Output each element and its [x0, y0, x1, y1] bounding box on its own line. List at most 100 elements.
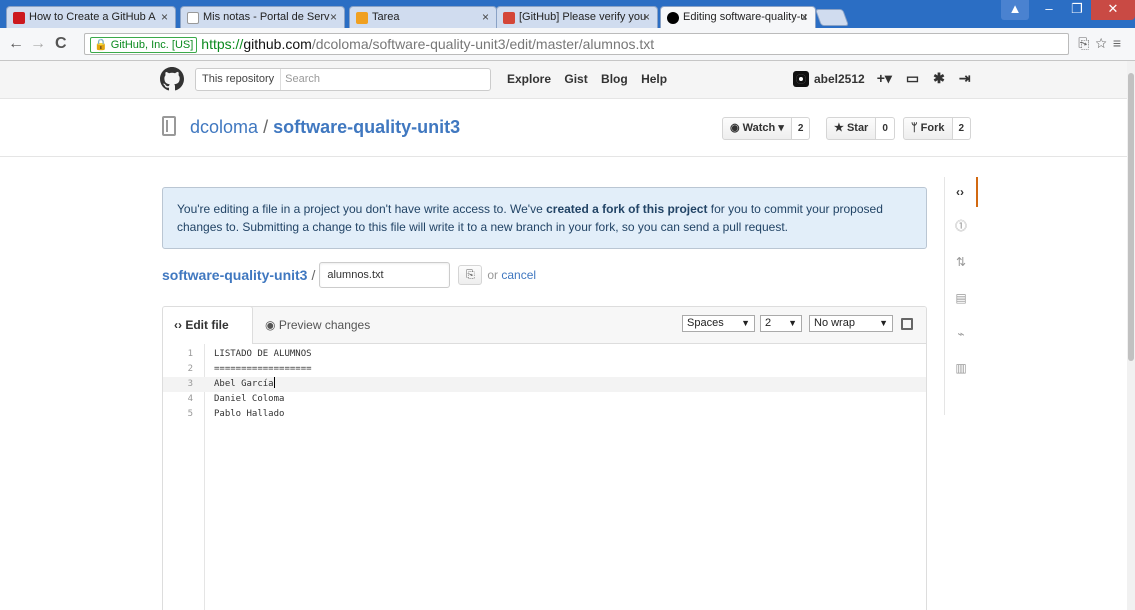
close-icon[interactable]: ×	[161, 7, 168, 28]
graphs-icon[interactable]: ▥	[944, 353, 978, 383]
repo-title: dcoloma / software-quality-unit3	[190, 117, 460, 138]
browser-tab[interactable]: Tarea ×	[349, 6, 497, 28]
browser-tab-title: Editing software-quality-u	[683, 11, 807, 23]
sign-out-icon[interactable]: ⇥	[959, 70, 971, 87]
fork-icon: ᛘ	[911, 122, 918, 134]
browser-tab[interactable]: Mis notas - Portal de Serv ×	[180, 6, 345, 28]
notifications-inbox-icon[interactable]: ▭	[906, 70, 919, 87]
watch-group: ◉ Watch ▾ 2	[722, 117, 811, 140]
nav-explore[interactable]: Explore	[507, 72, 551, 86]
settings-gear-icon[interactable]: ✱	[933, 70, 945, 87]
wrap-mode-select[interactable]: No wrap ▼	[809, 315, 893, 332]
username-link[interactable]: abel2512	[814, 72, 865, 86]
line-number: 2	[187, 364, 193, 374]
nav-blog[interactable]: Blog	[601, 72, 628, 86]
pull-requests-icon[interactable]: ⇅	[944, 247, 978, 277]
star-count[interactable]: 0	[876, 117, 895, 140]
fork-count[interactable]: 2	[952, 117, 972, 140]
code-line[interactable]: 4 Daniel Coloma	[163, 392, 926, 407]
forward-arrow-icon[interactable]: →	[30, 36, 46, 52]
github-logo-icon[interactable]	[160, 67, 184, 91]
window-close-icon[interactable]: ✕	[1091, 0, 1135, 20]
browser-tab-title: How to Create a GitHub A	[29, 11, 156, 23]
indent-size-value: 2	[765, 317, 772, 329]
page-scrollbar[interactable]	[1127, 61, 1135, 610]
indent-size-select[interactable]: 2 ▼	[760, 315, 802, 332]
chevron-down-icon: ▼	[788, 318, 797, 328]
code-line[interactable]: 3 Abel García	[163, 377, 926, 392]
code-area[interactable]: 1 LISTADO DE ALUMNOS 2 ================== 3 A…	[163, 344, 926, 610]
ev-certificate-badge[interactable]: 🔒 GitHub, Inc. [US]	[90, 37, 198, 53]
nav-help[interactable]: Help	[641, 72, 667, 86]
fullscreen-icon[interactable]	[901, 318, 913, 330]
indent-mode-value: Spaces	[687, 317, 724, 329]
star-button[interactable]: ★ Star	[826, 117, 877, 140]
cancel-link[interactable]: cancel	[501, 268, 536, 282]
url-scheme: https://	[201, 36, 244, 52]
close-icon[interactable]: ×	[482, 7, 489, 28]
menu-icon[interactable]: ≡	[1113, 35, 1127, 51]
browser-tab-active[interactable]: Editing software-quality-u ×	[660, 6, 816, 29]
watch-label: Watch	[742, 122, 776, 134]
back-arrow-icon[interactable]: ←	[8, 36, 24, 52]
issues-icon[interactable]: ⓵	[944, 211, 978, 241]
code-line[interactable]: 1 LISTADO DE ALUMNOS	[163, 347, 926, 362]
github-header: This repository Search Explore Gist Blog …	[0, 61, 1127, 99]
eye-icon: ◉	[730, 122, 740, 134]
user-menu: abel2512 +▾ ▭ ✱ ⇥	[793, 70, 971, 87]
code-line[interactable]: 5 Pablo Hallado	[163, 407, 926, 422]
pulse-icon[interactable]: ⌁	[944, 319, 978, 349]
translate-icon[interactable]: ⎘	[1078, 35, 1095, 51]
code-line[interactable]: 2 ==================	[163, 362, 926, 377]
repo-name-link[interactable]: software-quality-unit3	[273, 117, 460, 137]
tarea-icon	[356, 12, 368, 24]
address-bar[interactable]: 🔒 GitHub, Inc. [US] https://github.com/d…	[84, 33, 1069, 55]
scrollbar-thumb[interactable]	[1128, 73, 1134, 361]
browser-tab-title: Mis notas - Portal de Serv	[203, 11, 330, 23]
bookmark-star-icon[interactable]: ☆	[1095, 35, 1112, 51]
filename-input[interactable]: alumnos.txt	[319, 262, 451, 288]
fork-button[interactable]: ᛘ Fork	[903, 117, 953, 140]
tab-edit-file[interactable]: ‹› Edit file	[163, 307, 253, 344]
maximize-icon[interactable]: ❐	[1063, 0, 1091, 20]
github-page: This repository Search Explore Gist Blog …	[0, 61, 1127, 610]
ev-label: GitHub, Inc. [US]	[110, 39, 194, 51]
reload-icon[interactable]: C	[55, 36, 67, 52]
clipboard-copy-icon[interactable]: ⎘	[458, 265, 483, 285]
line-number: 4	[187, 394, 193, 404]
browser-tab[interactable]: How to Create a GitHub A ×	[6, 6, 176, 28]
search-input[interactable]: This repository Search	[195, 68, 491, 91]
url-path: /dcoloma/software-quality-unit3/edit/mas…	[311, 36, 655, 52]
indent-mode-select[interactable]: Spaces ▼	[682, 315, 755, 332]
url-host: github.com	[243, 36, 312, 52]
tab-preview-changes[interactable]: ◉ Preview changes	[265, 307, 370, 344]
minimize-icon[interactable]: –	[1035, 0, 1063, 20]
browser-actions: ⎘☆≡	[1078, 35, 1127, 52]
close-icon[interactable]: ×	[330, 7, 337, 28]
repo-header: dcoloma / software-quality-unit3 ◉ Watch…	[0, 99, 1127, 157]
or-text: or	[487, 268, 499, 282]
flash-text-before: You're editing a file in a project you d…	[177, 202, 547, 216]
line-number: 5	[187, 409, 193, 419]
code-nav-icon[interactable]: ‹›	[944, 177, 978, 207]
avatar[interactable]	[793, 70, 809, 87]
repo-sidenav: ‹› ⓵ ⇅ ▤ ⌁ ▥	[944, 177, 978, 415]
new-tab-button[interactable]	[814, 9, 850, 26]
browser-tab[interactable]: [GitHub] Please verify you ×	[496, 6, 658, 28]
create-new-icon[interactable]: +▾	[877, 70, 892, 87]
wiki-icon[interactable]: ▤	[944, 283, 978, 313]
search-scope-label: This repository	[196, 69, 282, 90]
line-number: 1	[187, 349, 193, 359]
watch-button[interactable]: ◉ Watch ▾	[722, 117, 792, 140]
header-nav: Explore Gist Blog Help	[507, 72, 677, 86]
close-icon[interactable]: ×	[643, 7, 650, 28]
repo-owner-link[interactable]: dcoloma	[190, 117, 258, 137]
close-icon[interactable]: ×	[801, 7, 808, 28]
user-profile-icon[interactable]: ▲	[1001, 0, 1029, 20]
fork-group: ᛘ Fork 2	[903, 117, 972, 140]
watch-count[interactable]: 2	[791, 117, 811, 140]
breadcrumb-separator: /	[311, 267, 316, 283]
breadcrumb-repo-link[interactable]: software-quality-unit3	[162, 267, 307, 283]
browser-tab-title: Tarea	[372, 11, 400, 23]
nav-gist[interactable]: Gist	[564, 72, 587, 86]
